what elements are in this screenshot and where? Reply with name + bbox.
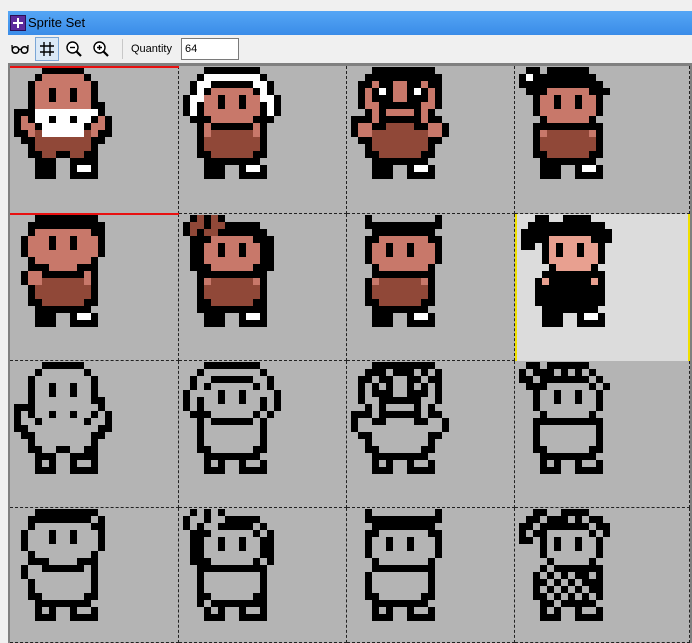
sprite-image [521, 215, 612, 327]
sprite-image [14, 362, 112, 474]
sprite-set-window: Sprite Set Quantity 64 [0, 0, 692, 643]
zoom-out-button[interactable] [62, 37, 86, 61]
sprite-cell[interactable] [179, 214, 347, 361]
sprite-cell[interactable] [515, 508, 690, 643]
glasses-button[interactable] [8, 37, 32, 61]
sprite-image [365, 215, 442, 327]
sprite-cell[interactable] [10, 508, 179, 643]
sprite-cell[interactable] [347, 361, 515, 508]
zoom-in-icon [93, 41, 109, 57]
grid-icon [40, 42, 54, 56]
sprite-image [183, 362, 281, 474]
sprite-cell[interactable] [515, 361, 690, 508]
sprite-cell[interactable] [515, 66, 690, 214]
sprite-cell[interactable] [347, 508, 515, 643]
quantity-input[interactable] [180, 38, 239, 60]
sprite-cell[interactable] [10, 361, 179, 508]
glasses-icon [11, 44, 29, 55]
zoom-in-button[interactable] [89, 37, 113, 61]
title-strip[interactable]: Sprite Set [8, 11, 692, 35]
sprite-image [519, 509, 610, 621]
grid-toggle-button[interactable] [35, 37, 59, 61]
sprite-image [21, 215, 105, 327]
sprite-cell[interactable] [179, 508, 347, 643]
sprite-image [365, 509, 442, 621]
sprite-cell[interactable] [179, 66, 347, 214]
sprite-image [183, 509, 274, 621]
marker-line [10, 66, 179, 68]
sprite-cell[interactable] [347, 214, 515, 361]
sprite-image [21, 509, 105, 621]
toolbar-separator [122, 39, 123, 59]
quantity-label: Quantity [131, 43, 172, 55]
toolbar: Quantity [8, 35, 692, 63]
zoom-out-icon [66, 41, 82, 57]
sprite-cell[interactable] [10, 214, 179, 361]
sprite-image [519, 67, 610, 179]
sprite-image [183, 215, 274, 327]
sprite-cell[interactable] [347, 66, 515, 214]
sprite-cell[interactable] [10, 66, 179, 214]
marker-line [10, 213, 179, 215]
sprite-image [183, 67, 281, 179]
sprite-cell[interactable] [515, 214, 690, 361]
sprite-image [351, 67, 449, 179]
sprite-grid[interactable] [10, 66, 690, 643]
sprite-cell[interactable] [179, 361, 347, 508]
sprite-image [519, 362, 610, 474]
window-title: Sprite Set [28, 15, 86, 30]
sprite-image [351, 362, 449, 474]
sprite-canvas[interactable] [8, 63, 692, 643]
app-icon [10, 15, 26, 31]
title-bar[interactable]: Sprite Set [0, 0, 692, 35]
sprite-image [14, 67, 112, 179]
